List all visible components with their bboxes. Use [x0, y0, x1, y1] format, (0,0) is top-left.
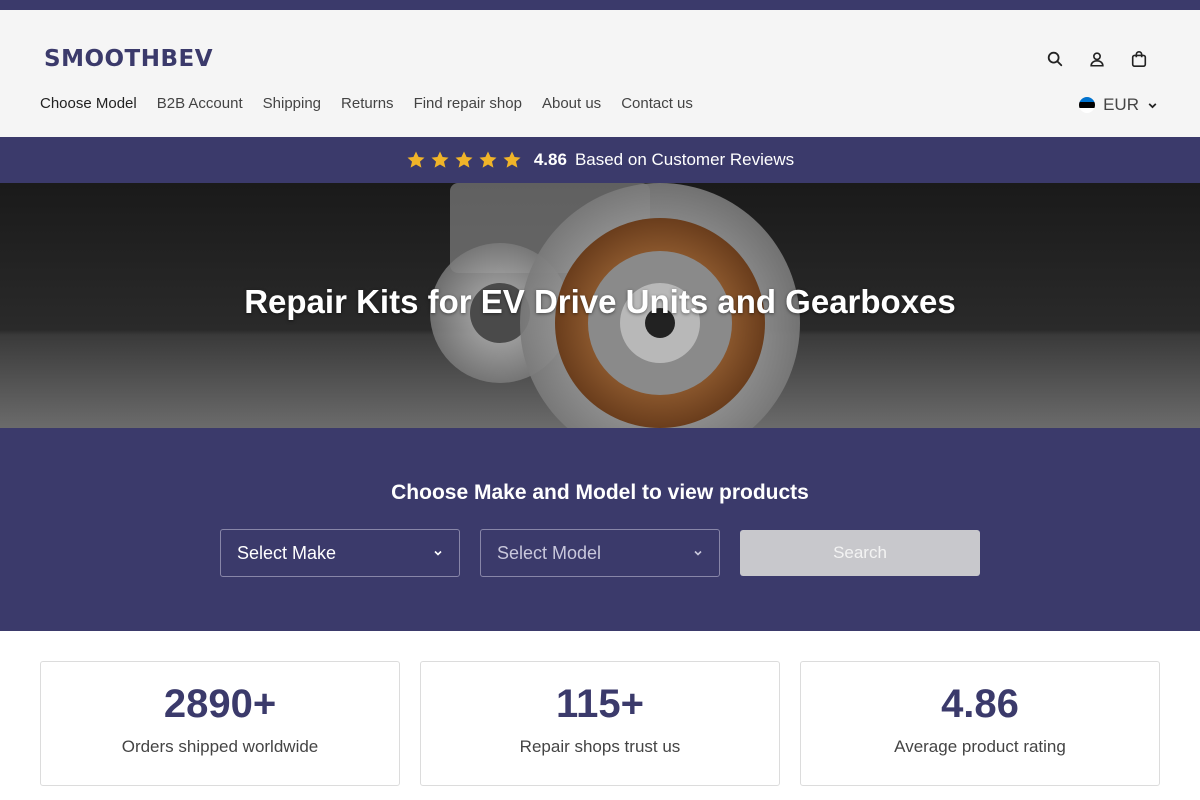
- currency-label: EUR: [1103, 95, 1139, 114]
- stat-label: Orders shipped worldwide: [121, 737, 319, 756]
- search-icon[interactable]: [1046, 50, 1064, 68]
- chevron-down-icon: [1148, 102, 1157, 108]
- nav-returns[interactable]: Returns: [341, 95, 394, 112]
- star-icon: [407, 151, 425, 168]
- hero-banner: Repair Kits for EV Drive Units and Gearb…: [0, 183, 1200, 428]
- chevron-down-icon: [694, 550, 702, 556]
- nav-contact-us[interactable]: Contact us: [621, 95, 693, 112]
- nav-b2b-account[interactable]: B2B Account: [157, 95, 243, 112]
- picker-controls: Select Make Select Model Search: [220, 529, 980, 577]
- model-picker: Choose Make and Model to view products S…: [0, 428, 1200, 631]
- model-select[interactable]: Select Model: [480, 529, 720, 577]
- stat-card: 115+ Repair shops trust us: [420, 661, 780, 786]
- rating-value: 4.86: [533, 150, 567, 169]
- search-button[interactable]: Search: [740, 530, 980, 576]
- stat-label: Average product rating: [894, 737, 1066, 756]
- make-select[interactable]: Select Make: [220, 529, 460, 577]
- star-rating: [406, 150, 522, 170]
- stats-row: 2890+ Orders shipped worldwide 115+ Repa…: [40, 661, 1160, 786]
- nav-find-repair-shop[interactable]: Find repair shop: [414, 95, 522, 112]
- nav-shipping[interactable]: Shipping: [263, 95, 321, 112]
- user-icon[interactable]: [1088, 50, 1106, 68]
- stat-value: 115+: [556, 682, 644, 726]
- nav-about-us[interactable]: About us: [542, 95, 601, 112]
- nav-choose-model[interactable]: Choose Model: [40, 95, 137, 112]
- star-icon: [431, 151, 449, 168]
- header-icons: [1046, 50, 1148, 68]
- rating-text: Based on Customer Reviews: [574, 150, 795, 169]
- currency-selector[interactable]: EUR: [1079, 95, 1158, 115]
- site-header: SMOOTHBEV Choose Model B2B Account Shipp…: [0, 10, 1200, 137]
- stat-value: 4.86: [941, 682, 1019, 726]
- rating-bar: 4.86 Based on Customer Reviews: [0, 137, 1200, 183]
- site-logo[interactable]: SMOOTHBEV: [44, 46, 213, 72]
- chevron-down-icon: [434, 550, 442, 556]
- star-icon: [455, 151, 473, 168]
- model-select-value: Select Model: [497, 542, 602, 563]
- stat-label: Repair shops trust us: [519, 737, 681, 756]
- picker-title: Choose Make and Model to view products: [391, 481, 809, 504]
- main-nav: Choose Model B2B Account Shipping Return…: [40, 95, 693, 112]
- star-icon: [503, 151, 521, 168]
- top-accent-bar: [0, 0, 1200, 10]
- star-icon: [479, 151, 497, 168]
- cart-icon[interactable]: [1130, 50, 1148, 68]
- hero-title: Repair Kits for EV Drive Units and Gearb…: [244, 283, 956, 320]
- make-select-value: Select Make: [237, 542, 337, 563]
- estonia-flag-icon: [1079, 97, 1096, 113]
- stat-card: 4.86 Average product rating: [800, 661, 1160, 786]
- stat-value: 2890+: [163, 682, 277, 726]
- stat-card: 2890+ Orders shipped worldwide: [40, 661, 400, 786]
